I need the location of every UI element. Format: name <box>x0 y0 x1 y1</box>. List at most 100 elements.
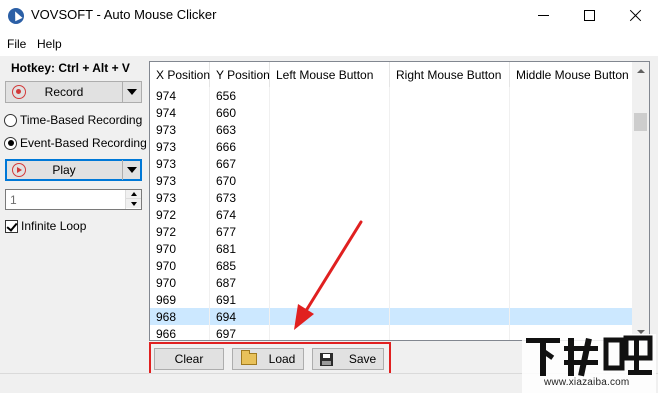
table-row[interactable]: 970 681 <box>150 240 633 257</box>
watermark: www.xiazaiba.com <box>522 334 656 393</box>
table-cell <box>390 257 510 274</box>
table-cell: 973 <box>150 121 210 138</box>
table-cell: 681 <box>210 240 270 257</box>
load-button[interactable]: Load <box>232 348 304 370</box>
checkbox-checked-icon <box>5 219 18 233</box>
window-title: VOVSOFT - Auto Mouse Clicker <box>31 7 217 22</box>
table-cell: 697 <box>210 325 270 340</box>
table-row[interactable]: 974 656 <box>150 87 633 104</box>
clear-button[interactable]: Clear <box>154 348 224 370</box>
menu-help[interactable]: Help <box>37 37 62 51</box>
table-cell: 966 <box>150 325 210 340</box>
table-cell: 691 <box>210 291 270 308</box>
title-bar: VOVSOFT - Auto Mouse Clicker <box>0 0 658 31</box>
triangle-down-icon <box>130 201 137 206</box>
table-row[interactable]: 969 691 <box>150 291 633 308</box>
maximize-button[interactable] <box>566 0 612 31</box>
column-header-middle-mouse-button[interactable]: Middle Mouse Button <box>510 62 633 87</box>
table-cell: 972 <box>150 223 210 240</box>
table-cell <box>270 121 390 138</box>
table-row[interactable]: 970 687 <box>150 274 633 291</box>
table-cell <box>390 274 510 291</box>
close-button[interactable] <box>612 0 658 31</box>
table-cell <box>390 155 510 172</box>
table-cell: 973 <box>150 138 210 155</box>
table-cell: 972 <box>150 206 210 223</box>
menu-file[interactable]: File <box>7 37 26 51</box>
table-cell: 974 <box>150 87 210 104</box>
radio-button-checked-icon <box>4 136 17 150</box>
column-header-right-mouse-button[interactable]: Right Mouse Button <box>390 62 510 87</box>
table-row[interactable]: 973 667 <box>150 155 633 172</box>
table-cell <box>270 155 390 172</box>
table-body: 974 656 974 660 973 663 973 666 973 667 973 670 973 6… <box>150 87 633 340</box>
spin-down-button[interactable] <box>126 199 141 208</box>
table-row[interactable]: 974 660 <box>150 104 633 121</box>
folder-open-icon <box>240 350 257 365</box>
table-row[interactable]: 973 666 <box>150 138 633 155</box>
scrollbar-thumb[interactable] <box>634 113 647 131</box>
time-based-recording-label: Time-Based Recording <box>20 113 143 127</box>
play-icon <box>12 163 26 177</box>
recording-table[interactable]: X Position Y Position Left Mouse Button … <box>149 61 650 341</box>
play-split-button: Play <box>5 159 142 181</box>
scroll-up-button[interactable] <box>632 62 649 79</box>
table-cell <box>510 308 633 325</box>
table-cell <box>390 308 510 325</box>
spin-up-button[interactable] <box>126 190 141 199</box>
table-row[interactable]: 973 673 <box>150 189 633 206</box>
table-cell <box>270 291 390 308</box>
table-cell: 974 <box>150 104 210 121</box>
table-row[interactable]: 968 694 <box>150 308 633 325</box>
table-cell <box>270 206 390 223</box>
play-dropdown-button[interactable] <box>123 160 141 180</box>
time-based-recording-radio[interactable]: Time-Based Recording <box>4 113 142 127</box>
record-dropdown-button[interactable] <box>123 82 141 102</box>
table-cell <box>510 121 633 138</box>
table-cell: 685 <box>210 257 270 274</box>
table-cell <box>390 87 510 104</box>
load-label: Load <box>268 352 296 366</box>
chevron-down-icon <box>127 89 137 95</box>
radio-button-icon <box>4 113 17 127</box>
table-cell <box>270 223 390 240</box>
table-cell: 970 <box>150 257 210 274</box>
event-based-recording-radio[interactable]: Event-Based Recording <box>4 136 147 150</box>
column-header-y-position[interactable]: Y Position <box>210 62 270 87</box>
table-cell <box>510 172 633 189</box>
table-cell <box>270 172 390 189</box>
column-header-x-position[interactable]: X Position <box>150 62 210 87</box>
play-button[interactable]: Play <box>6 160 123 180</box>
vertical-scrollbar[interactable] <box>632 62 649 340</box>
table-cell: 663 <box>210 121 270 138</box>
table-cell: 666 <box>210 138 270 155</box>
record-split-button: Record <box>5 81 142 103</box>
table-cell <box>390 121 510 138</box>
chevron-down-icon <box>636 329 645 334</box>
table-cell: 970 <box>150 240 210 257</box>
repeat-count-spinner[interactable]: 1 <box>5 189 142 210</box>
table-cell: 969 <box>150 291 210 308</box>
table-cell <box>510 155 633 172</box>
table-cell <box>390 104 510 121</box>
table-row[interactable]: 973 663 <box>150 121 633 138</box>
table-cell <box>390 240 510 257</box>
table-cell <box>270 240 390 257</box>
table-cell <box>270 104 390 121</box>
table-row[interactable]: 970 685 <box>150 257 633 274</box>
table-row[interactable]: 972 677 <box>150 223 633 240</box>
save-button[interactable]: Save <box>312 348 384 370</box>
record-button[interactable]: Record <box>6 82 123 102</box>
table-cell: 694 <box>210 308 270 325</box>
minimize-button[interactable] <box>520 0 566 31</box>
hotkey-label: Hotkey: Ctrl + Alt + V <box>11 61 130 75</box>
record-icon <box>12 85 26 99</box>
table-row[interactable]: 972 674 <box>150 206 633 223</box>
table-row[interactable]: 973 670 <box>150 172 633 189</box>
table-cell <box>510 274 633 291</box>
watermark-logo <box>526 335 653 377</box>
repeat-count-value: 1 <box>10 193 17 207</box>
column-header-left-mouse-button[interactable]: Left Mouse Button <box>270 62 390 87</box>
infinite-loop-checkbox[interactable]: Infinite Loop <box>5 219 86 233</box>
table-cell: 973 <box>150 189 210 206</box>
